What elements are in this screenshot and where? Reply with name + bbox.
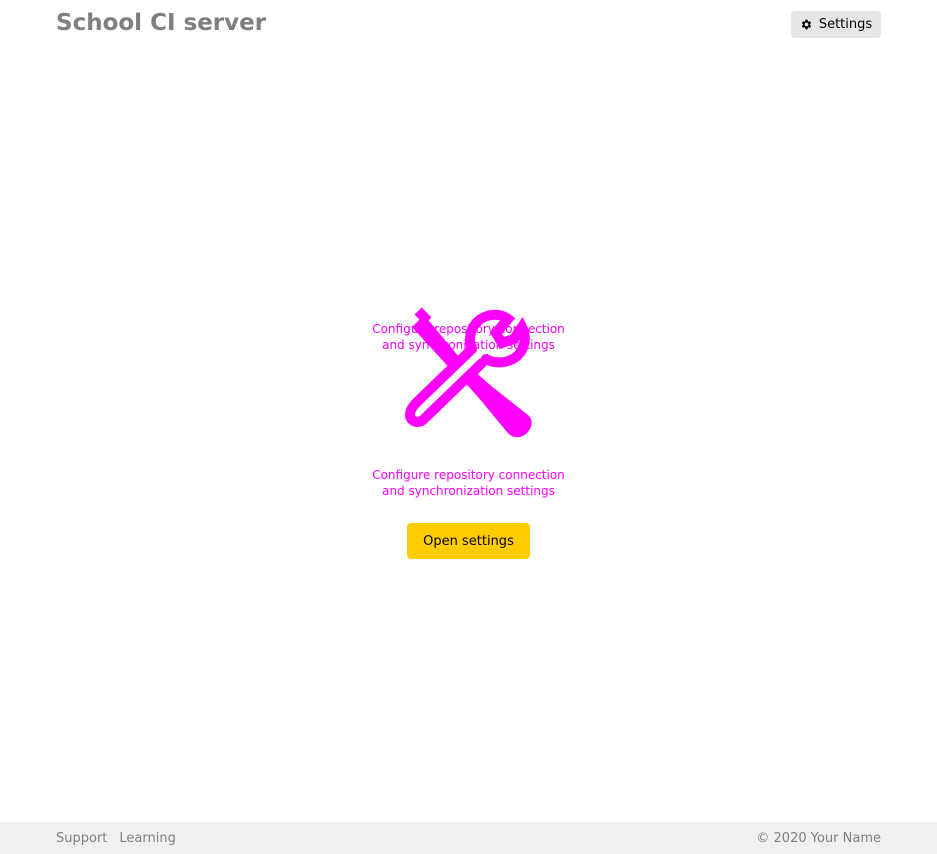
- app-title: School CI server: [56, 10, 267, 36]
- header: School CI server Settings: [0, 0, 937, 50]
- icon-overlay-text: Configure repository connection and sync…: [372, 322, 565, 352]
- footer-links: Support Learning: [56, 822, 176, 854]
- settings-button-label: Settings: [818, 17, 873, 32]
- open-settings-button[interactable]: Open settings: [407, 523, 530, 559]
- footer-link-learning[interactable]: Learning: [119, 831, 175, 846]
- settings-button[interactable]: Settings: [791, 11, 881, 38]
- empty-state-message: Configure repository connection and sync…: [372, 468, 565, 498]
- footer: Support Learning © 2020 Your Name: [0, 822, 937, 854]
- page: School CI server Settings Configure repo…: [0, 0, 937, 854]
- gear-icon: [800, 18, 813, 31]
- copyright: © 2020 Your Name: [756, 830, 881, 846]
- footer-link-support[interactable]: Support: [56, 831, 107, 846]
